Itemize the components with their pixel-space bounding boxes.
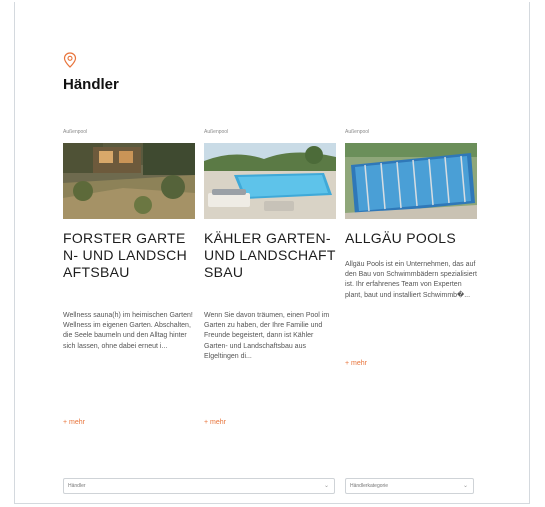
card-image-pool-enclosure[interactable] xyxy=(345,143,477,219)
more-link[interactable]: + mehr xyxy=(63,419,85,426)
card-description: Wellness sauna(h) im heimischen Garten! … xyxy=(63,312,193,350)
chevron-down-icon: ⌄ xyxy=(462,483,468,489)
dealer-card[interactable]: Außenpool FORSTER GARTEN- UND LANDSCHAFT… xyxy=(63,128,195,426)
dealer-category-select-label: Händlerkategorie xyxy=(350,483,389,489)
section-title: Händler xyxy=(63,76,119,93)
dealer-select-label: Händler xyxy=(68,483,86,489)
card-category: Außenpool xyxy=(204,129,229,135)
card-image-pool-terrace[interactable] xyxy=(204,143,336,219)
location-pin-icon xyxy=(63,52,77,68)
dealer-category-select[interactable]: Händlerkategorie ⌄ xyxy=(345,478,474,494)
card-title[interactable]: KÄHLER GARTEN- UND LANDSCHAFTSBAU xyxy=(204,230,336,281)
card-description: Wenn Sie davon träumen, einen Pool im Ga… xyxy=(204,312,330,360)
more-link[interactable]: + mehr xyxy=(204,419,226,426)
card-image-garden[interactable] xyxy=(63,143,195,219)
dealer-card[interactable]: Außenpool ALLGÄU POOLS Allgäu Pools ist … xyxy=(345,128,477,367)
chevron-down-icon: ⌄ xyxy=(323,483,329,489)
card-category: Außenpool xyxy=(63,129,88,135)
more-link[interactable]: + mehr xyxy=(345,360,367,367)
card-title[interactable]: ALLGÄU POOLS xyxy=(345,230,477,247)
dealer-select[interactable]: Händler ⌄ xyxy=(63,478,335,494)
card-category: Außenpool xyxy=(345,129,370,135)
card-title[interactable]: FORSTER GARTEN- UND LANDSCHAFTSBAU xyxy=(63,230,195,281)
card-description: Allgäu Pools ist ein Unternehmen, das au… xyxy=(345,261,477,299)
dealer-card[interactable]: Außenpool KÄHLER GARTEN- UND LANDSCHAFTS… xyxy=(204,128,336,426)
